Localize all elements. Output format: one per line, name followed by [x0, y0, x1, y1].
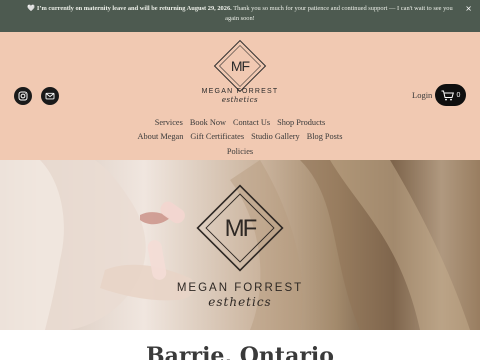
page-title: Barrie, Ontario: [146, 343, 334, 360]
nav-book-now[interactable]: Book Now: [190, 118, 226, 127]
login-link[interactable]: Login: [412, 90, 432, 100]
main-nav-row-2: About Megan Gift Certificates Studio Gal…: [0, 132, 480, 141]
nav-about-megan[interactable]: About Megan: [138, 132, 184, 141]
hero-logo-icon: MF: [196, 184, 284, 272]
nav-contact-us[interactable]: Contact Us: [233, 118, 270, 127]
site-header: MF MEGAN FORREST esthetics Login 0 Servi…: [0, 32, 480, 160]
email-icon: [45, 92, 55, 100]
main-nav-row-1: Services Book Now Contact Us Shop Produc…: [0, 118, 480, 127]
brand-tagline: esthetics: [221, 96, 259, 104]
hero-brand-tagline: esthetics: [208, 295, 272, 309]
announcement-bold-text: I’m currently on maternity leave and wil…: [36, 5, 232, 12]
hero-monogram: MF: [225, 215, 257, 242]
main-nav-row-3: Policies: [0, 147, 480, 156]
nav-shop-products[interactable]: Shop Products: [277, 118, 325, 127]
logo-monogram: MF: [231, 58, 250, 74]
announcement-text: Thank you so much for your patience and …: [225, 5, 453, 22]
email-link[interactable]: [41, 87, 59, 105]
nav-policies[interactable]: Policies: [227, 147, 253, 156]
nav-services[interactable]: Services: [155, 118, 183, 127]
hero-image: MF MEGAN FORREST esthetics: [0, 160, 480, 330]
nav-gift-certificates[interactable]: Gift Certificates: [190, 132, 244, 141]
hero-brand-name: MEGAN FORREST: [176, 282, 304, 294]
shopping-cart-icon: [441, 90, 454, 100]
cart-count: 0: [456, 91, 461, 99]
instagram-link[interactable]: [14, 87, 32, 105]
nav-studio-gallery[interactable]: Studio Gallery: [251, 132, 300, 141]
nav-blog-posts[interactable]: Blog Posts: [307, 132, 343, 141]
announcement-bar: 🤍 I’m currently on maternity leave and w…: [0, 0, 480, 32]
cart-button[interactable]: 0: [435, 84, 466, 106]
instagram-icon: [18, 91, 28, 101]
heart-icon: 🤍: [27, 5, 36, 12]
brand-name: MEGAN FORREST: [201, 88, 279, 95]
close-icon[interactable]: ×: [465, 4, 472, 14]
